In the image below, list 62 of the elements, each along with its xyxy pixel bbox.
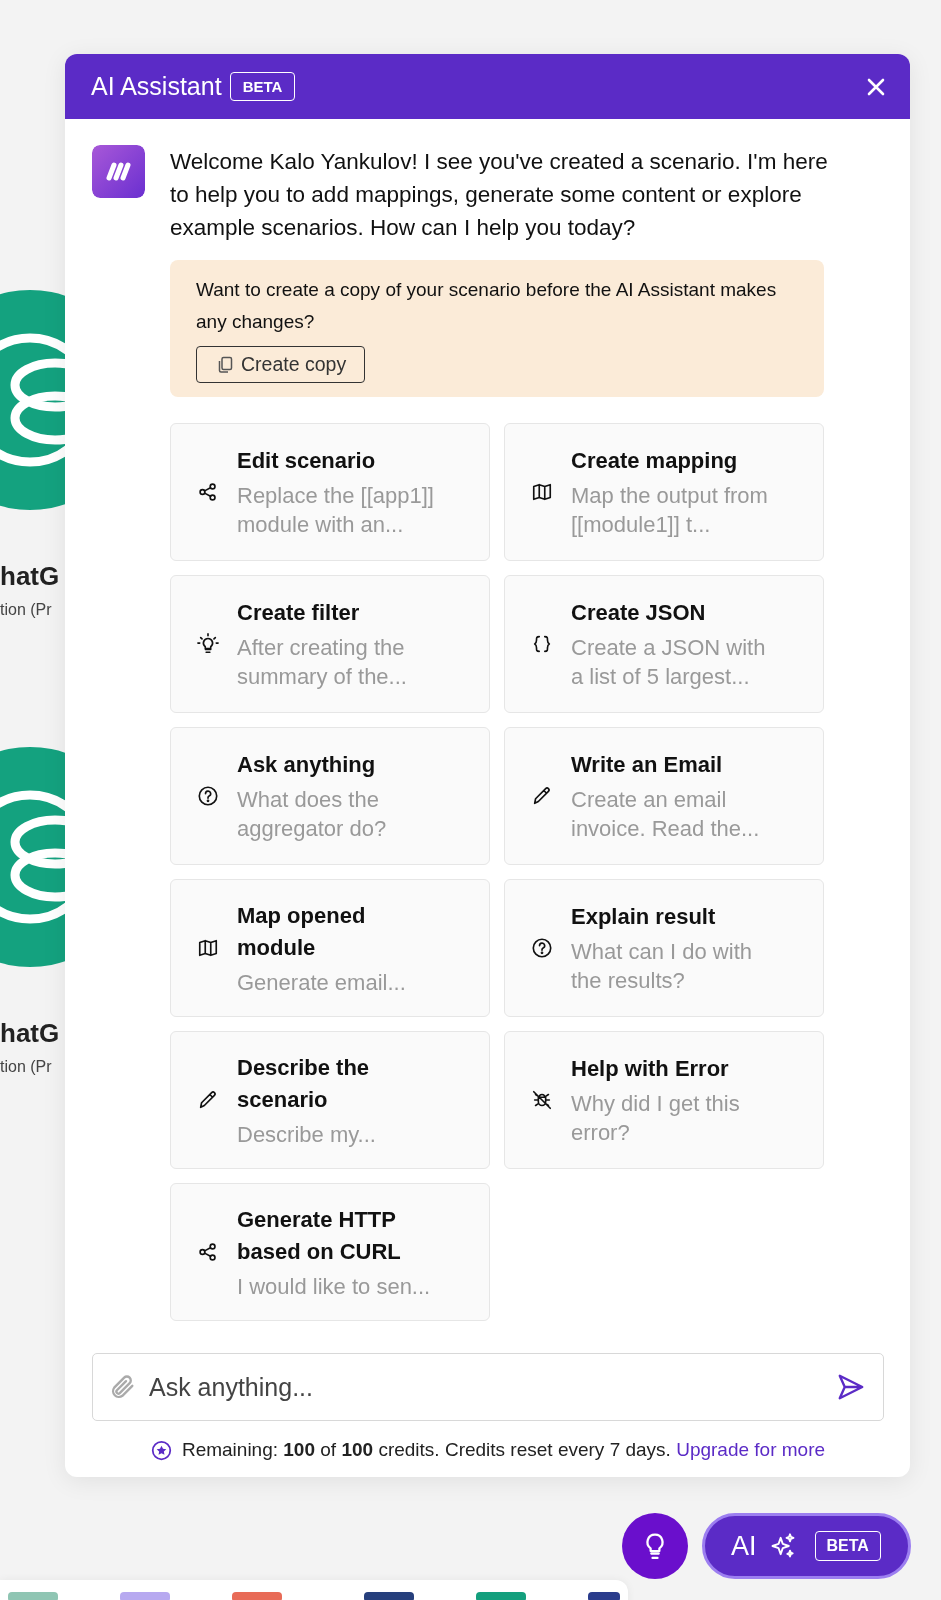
suggestion-card[interactable]: Create mapping Map the output from [[module1]] t... bbox=[504, 423, 824, 561]
suggestion-title: Create filter bbox=[237, 599, 361, 627]
map-icon bbox=[531, 481, 553, 503]
message-input[interactable]: Ask anything... bbox=[149, 1372, 823, 1402]
suggestion-description: Describe my... bbox=[237, 1120, 377, 1149]
suggestion-title: Edit scenario bbox=[237, 447, 377, 475]
create-copy-button[interactable]: Create copy bbox=[196, 346, 366, 383]
credits-text: Remaining: 100 of 100 credits. Credits reset every 7 days. Upgrade for more bbox=[181, 1439, 826, 1461]
suggestion-description: Replace the [[app1]] module with an... bbox=[237, 482, 435, 539]
map-icon bbox=[197, 937, 219, 959]
ai-assistant-button[interactable]: AI BETA bbox=[702, 1513, 911, 1579]
suggestion-card[interactable]: Create filter After creating the summary of the... bbox=[170, 575, 490, 713]
help-icon bbox=[531, 937, 553, 959]
suggestion-card[interactable]: Edit scenario Replace the [[app1]] module with an... bbox=[170, 423, 490, 561]
panel-title: AI Assistant bbox=[91, 72, 222, 101]
suggestion-description: Create a JSON with a list of 5 largest... bbox=[571, 634, 767, 691]
share-icon bbox=[197, 1241, 219, 1263]
suggestion-description: What can I do with the results? bbox=[571, 938, 753, 995]
suggestion-title: Map opened module bbox=[237, 901, 367, 962]
help-icon bbox=[197, 785, 219, 807]
share-icon bbox=[197, 481, 219, 503]
suggestion-description: Why did I get this error? bbox=[571, 1090, 741, 1147]
suggestion-title: Generate HTTP based on CURL bbox=[237, 1205, 402, 1266]
suggestion-title: Create JSON bbox=[571, 599, 707, 627]
module-name: hatG bbox=[0, 561, 60, 592]
suggestion-card[interactable]: Create JSON Create a JSON with a list of 5 largest... bbox=[504, 575, 824, 713]
suggestion-description: Map the output from [[module1]] t... bbox=[571, 482, 769, 539]
upgrade-link[interactable]: Upgrade for more bbox=[676, 1439, 826, 1460]
suggestion-title: Ask anything bbox=[237, 751, 377, 779]
message-field[interactable]: Ask anything... bbox=[92, 1353, 884, 1421]
suggestion-description: Create an email invoice. Read the... bbox=[571, 786, 761, 843]
suggestion-card[interactable]: Generate HTTP based on CURL I would like to sen... bbox=[170, 1183, 490, 1321]
notice-text: Want to create a copy of your scenario before the AI Assistant makes any changes? bbox=[196, 278, 778, 334]
suggestion-card[interactable]: Describe the scenario Describe my... bbox=[170, 1031, 490, 1169]
suggestion-card[interactable]: Explain result What can I do with the results? bbox=[504, 879, 824, 1017]
suggestion-title: Help with Error bbox=[571, 1055, 730, 1083]
app-logo-icon[interactable] bbox=[0, 747, 65, 967]
suggestion-title: Explain result bbox=[571, 903, 717, 931]
assistant-message: Welcome Kalo Yankulov! I see you've created a scenario. I'm here to help you to add mappings, generate some content or explore example scenarios. How can I help you today? bbox=[170, 148, 829, 242]
lightbulb-icon bbox=[197, 633, 219, 655]
suggestion-card[interactable]: Write an Email Create an email invoice. Read the... bbox=[504, 727, 824, 865]
module-name: hatG bbox=[0, 1018, 60, 1049]
suggestion-description: I would like to sen... bbox=[237, 1272, 432, 1301]
pencil-icon bbox=[197, 1089, 219, 1111]
assistant-logo-icon bbox=[92, 145, 145, 198]
suggestion-title: Describe the scenario bbox=[237, 1053, 371, 1114]
suggestion-description: Generate email... bbox=[237, 968, 407, 997]
suggestion-card[interactable]: Help with Error Why did I get this error? bbox=[504, 1031, 824, 1169]
app-logo-icon[interactable] bbox=[0, 290, 65, 510]
suggestion-description: What does the aggregator do? bbox=[237, 786, 388, 843]
suggestion-card[interactable]: Ask anything What does the aggregator do? bbox=[170, 727, 490, 865]
suggestion-card[interactable]: Map opened module Generate email... bbox=[170, 879, 490, 1017]
module-subtitle: tion (Pr bbox=[0, 601, 52, 619]
suggestion-title: Write an Email bbox=[571, 751, 724, 779]
braces-icon bbox=[531, 633, 553, 655]
module-subtitle: tion (Pr bbox=[0, 1058, 52, 1076]
suggestion-description: After creating the summary of the... bbox=[237, 634, 408, 691]
star-badge-icon bbox=[150, 1439, 172, 1461]
crossed-bug-icon bbox=[531, 1089, 553, 1111]
suggestion-title: Create mapping bbox=[571, 447, 739, 475]
beta-badge: BETA bbox=[229, 72, 296, 101]
pencil-icon bbox=[531, 785, 553, 807]
